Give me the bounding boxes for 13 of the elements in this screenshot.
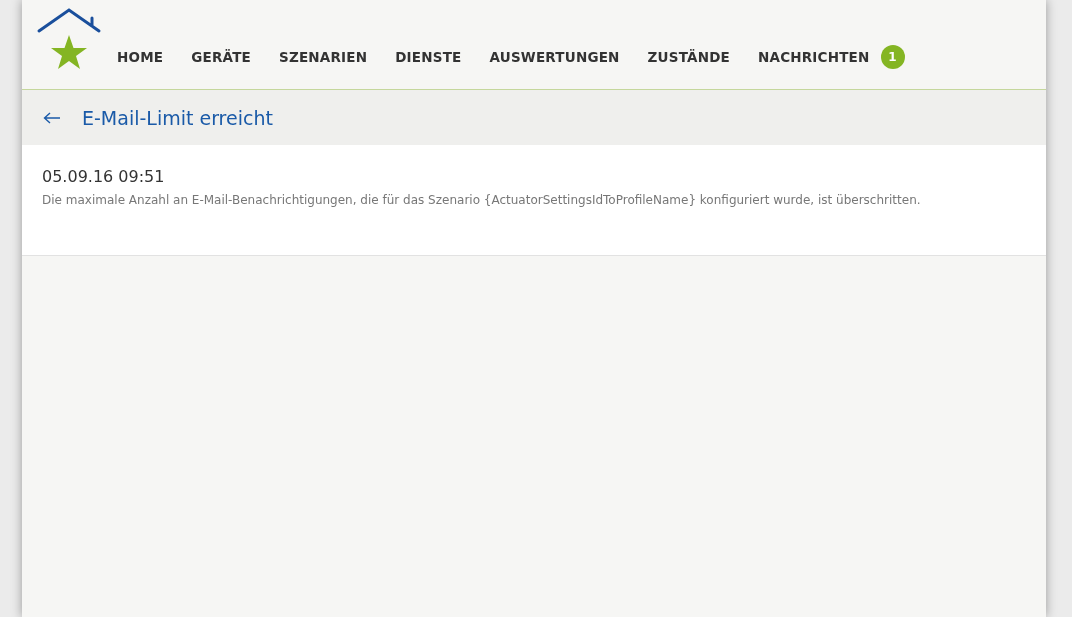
back-arrow-icon[interactable] — [43, 111, 61, 124]
nav-link[interactable]: DIENSTE — [395, 49, 462, 65]
message-timestamp: 05.09.16 09:51 — [42, 167, 166, 186]
count-badge: 1 — [880, 45, 905, 69]
message-text: Die maximale Anzahl an E-Mail-Benachrichtigungen, die für das Szenario {ActuatorSettingsIdToProfileName} konfiguriert wurde, ist überschritten. — [42, 193, 922, 207]
nav-link[interactable]: ZUSTÄNDE — [647, 49, 730, 65]
nav-link[interactable]: SZENARIEN — [278, 49, 368, 65]
nav-link[interactable]: HOME — [117, 49, 164, 65]
nav-link[interactable]: AUSWERTUNGEN — [489, 49, 620, 65]
nav-link[interactable]: NACHRICHTEN — [758, 49, 870, 65]
nav-link[interactable]: GERÄTE — [191, 49, 251, 65]
page-title: E-Mail-Limit erreicht — [82, 106, 273, 129]
house-star-logo-icon[interactable] — [36, 7, 102, 69]
